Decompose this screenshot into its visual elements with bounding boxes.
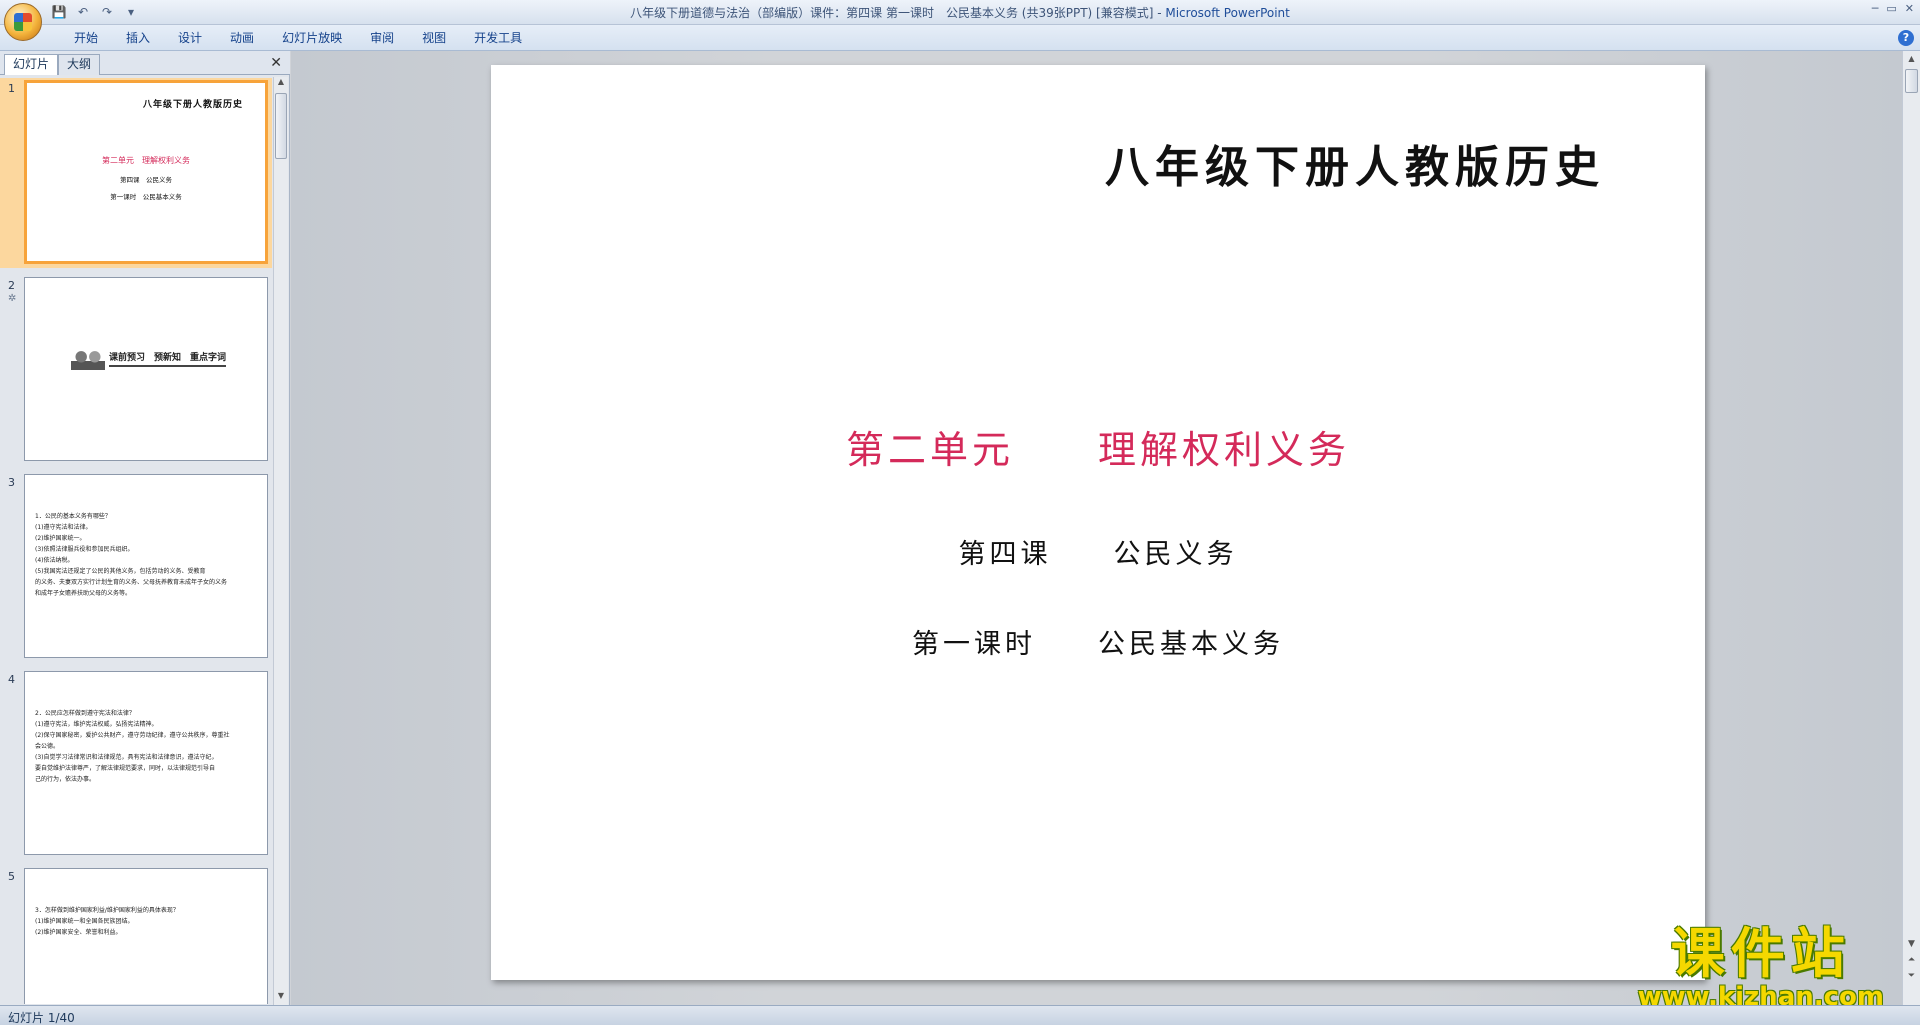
pane-tabs: 幻灯片 大纲 ✕ [0, 51, 290, 75]
watermark-text: 课件站 [1670, 922, 1851, 985]
previous-slide-icon[interactable]: ⏶ [1903, 955, 1920, 965]
watermark-logo: 课件站 www.kjzhan.com [1638, 922, 1884, 1012]
tab-design[interactable]: 设计 [164, 29, 216, 47]
thumbnail-slide-1[interactable]: 八年级下册人教版历史 第二单元 理解权利义务 第四课 公民义务 第一课时 公民基… [24, 80, 268, 264]
thumb-title: 八年级下册人教版历史 [142, 100, 243, 110]
tab-insert[interactable]: 插入 [112, 29, 164, 47]
thumb-line: (5)我国宪法还规定了公民的其他义务，包括劳动的义务、受教育 [35, 568, 206, 575]
thumbnail-row: 4 2．公民应怎样做到遵守宪法和法律？ (1)遵守宪法，维护宪法权威，弘扬宪法精… [0, 669, 272, 859]
thumb-line: (2)保守国家秘密，爱护公共财产，遵守劳动纪律，遵守公共秩序，尊重社 [35, 732, 230, 739]
thumb-line: 会公德。 [35, 743, 60, 750]
scroll-up-icon[interactable]: ▲ [1903, 51, 1920, 67]
thumbnail-row: 5 3．怎样做到维护国家利益/维护国家利益的具体表现？ (1)维护国家统一和全国… [0, 866, 272, 1004]
maximize-icon[interactable]: ▭ [1886, 2, 1896, 15]
thumb-banner: 课前预习 预新知 重点字词 [71, 348, 241, 370]
slide-title[interactable]: 八年级下册人教版历史 [1105, 131, 1605, 195]
tab-developer[interactable]: 开发工具 [460, 29, 536, 47]
scroll-thumb[interactable] [1905, 69, 1918, 93]
scroll-thumb[interactable] [275, 93, 287, 159]
tab-animation[interactable]: 动画 [216, 29, 268, 47]
thumbnail-slide-2[interactable]: 课前预习 预新知 重点字词 [24, 277, 268, 461]
status-bar: 幻灯片 1/40 [0, 1005, 1920, 1025]
thumb-line: 2．公民应怎样做到遵守宪法和法律？ [35, 710, 135, 717]
tab-outline[interactable]: 大纲 [58, 54, 101, 75]
slides-pane: 幻灯片 大纲 ✕ 1 八年级下册人教版历史 第二单元 理解权利义务 第四课 公民… [0, 51, 290, 1005]
office-logo-icon [14, 13, 32, 31]
office-button[interactable] [4, 3, 42, 41]
thumbnail-number: 4 [8, 673, 15, 686]
tab-slideshow[interactable]: 幻灯片放映 [268, 29, 356, 47]
thumb-line: (1)遵守宪法和法律。 [35, 524, 92, 531]
close-icon[interactable]: ✕ [1905, 2, 1914, 15]
slide-period-heading[interactable]: 第一课时 公民基本义务 [491, 622, 1705, 661]
thumb-line: (2)维护国家统一。 [35, 535, 86, 542]
slide-counter: 幻灯片 1/40 [8, 1011, 75, 1025]
thumbnail-list: 1 八年级下册人教版历史 第二单元 理解权利义务 第四课 公民义务 第一课时 公… [0, 78, 272, 1004]
minimize-icon[interactable]: ─ [1872, 2, 1879, 15]
thumbnail-slide-5[interactable]: 3．怎样做到维护国家利益/维护国家利益的具体表现？ (1)维护国家统一和全国各民… [24, 868, 268, 1004]
thumbnail-number: 3 [8, 476, 15, 489]
thumbnail-row: 3 1．公民的基本义务有哪些？ (1)遵守宪法和法律。 (2)维护国家统一。 (… [0, 472, 272, 662]
animation-star-icon: ✲ [8, 293, 17, 304]
slide-lesson-heading[interactable]: 第四课 公民义务 [491, 532, 1705, 571]
thumb-line: 和成年子女赡养扶助父母的义务等。 [35, 590, 132, 597]
thumb-unit: 第二单元 理解权利义务 [102, 156, 190, 165]
current-slide[interactable]: 八年级下册人教版历史 第二单元 理解权利义务 第四课 公民义务 第一课时 公民基… [491, 65, 1705, 980]
thumbnail-number: 1 [8, 82, 15, 95]
window-title: 八年级下册道德与法治（部编版）课件：第四课 第一课时 公民基本义务 (共39张P… [0, 4, 1920, 21]
slide-scrollbar[interactable]: ▲ ▼ ⏶ ⏷ [1902, 51, 1920, 1005]
reading-kids-icon [71, 348, 105, 370]
document-title: 八年级下册道德与法治（部编版）课件：第四课 第一课时 公民基本义务 (共39张P… [630, 6, 1166, 20]
scroll-up-icon[interactable]: ▲ [274, 77, 288, 91]
tab-view[interactable]: 视图 [408, 29, 460, 47]
thumb-text-lines: 1．公民的基本义务有哪些？ (1)遵守宪法和法律。 (2)维护国家统一。 (3)… [35, 511, 260, 599]
tab-slides[interactable]: 幻灯片 [4, 54, 59, 75]
thumbnail-number: 5 [8, 870, 15, 883]
thumb-line: (3)依照法律服兵役和参加民兵组织。 [35, 546, 134, 553]
thumb-text-lines: 2．公民应怎样做到遵守宪法和法律？ (1)遵守宪法，维护宪法权威，弘扬宪法精神。… [35, 708, 260, 785]
thumb-line: (4)依法纳税。 [35, 557, 74, 564]
ribbon-tab-bar: 开始 插入 设计 动画 幻灯片放映 审阅 视图 开发工具 ? [0, 25, 1920, 51]
thumb-banner-text: 课前预习 预新知 重点字词 [109, 351, 227, 367]
thumb-text-lines: 3．怎样做到维护国家利益/维护国家利益的具体表现？ (1)维护国家统一和全国各民… [35, 905, 260, 938]
thumb-line: (3)自觉学习法律常识和法律规范，具有宪法和法律意识，遵法守纪， [35, 754, 218, 761]
thumbnail-slide-3[interactable]: 1．公民的基本义务有哪些？ (1)遵守宪法和法律。 (2)维护国家统一。 (3)… [24, 474, 268, 658]
slide-unit-heading[interactable]: 第二单元 理解权利义务 [491, 419, 1705, 474]
thumb-line: 要自觉维护法律尊严，了解法律规范要求，同时，以法律规范引导自 [35, 765, 216, 772]
next-slide-icon[interactable]: ⏷ [1903, 971, 1920, 981]
thumb-line: 1．公民的基本义务有哪些？ [35, 513, 111, 520]
thumbnail-number: 2 [8, 279, 15, 292]
app-name: Microsoft PowerPoint [1165, 6, 1290, 20]
thumb-line: (2)维护国家安全、荣誉和利益。 [35, 929, 122, 936]
ribbon-tabs: 开始 插入 设计 动画 幻灯片放映 审阅 视图 开发工具 [60, 29, 536, 47]
slide-editor-area: 八年级下册人教版历史 第二单元 理解权利义务 第四课 公民义务 第一课时 公民基… [291, 51, 1902, 1005]
thumb-lesson: 第四课 公民义务 [120, 176, 172, 184]
help-icon[interactable]: ? [1898, 30, 1914, 46]
thumbnail-slide-4[interactable]: 2．公民应怎样做到遵守宪法和法律？ (1)遵守宪法，维护宪法权威，弘扬宪法精神。… [24, 671, 268, 855]
title-bar: 💾 ↶ ↷ ▾ 八年级下册道德与法治（部编版）课件：第四课 第一课时 公民基本义… [0, 0, 1920, 41]
thumb-line: (1)维护国家统一和全国各民族团结。 [35, 918, 134, 925]
thumb-line: (1)遵守宪法，维护宪法权威，弘扬宪法精神。 [35, 721, 158, 728]
pane-close-icon[interactable]: ✕ [270, 55, 282, 71]
tab-home[interactable]: 开始 [60, 29, 112, 47]
thumbnail-scrollbar[interactable]: ▲ ▼ [273, 77, 288, 1005]
window-controls: ─ ▭ ✕ [1872, 2, 1914, 15]
thumbnail-row: 2 ✲ 课前预习 预新知 重点字词 [0, 275, 272, 465]
scroll-down-icon[interactable]: ▼ [274, 991, 288, 1005]
thumbnail-row: 1 八年级下册人教版历史 第二单元 理解权利义务 第四课 公民义务 第一课时 公… [0, 78, 272, 268]
tab-review[interactable]: 审阅 [356, 29, 408, 47]
thumb-line: 3．怎样做到维护国家利益/维护国家利益的具体表现？ [35, 907, 179, 914]
thumb-period: 第一课时 公民基本义务 [110, 193, 182, 201]
thumb-line: 的义务、夫妻双方实行计划生育的义务、父母抚养教育未成年子女的义务 [35, 579, 228, 586]
scroll-down-icon[interactable]: ▼ [1903, 939, 1920, 949]
thumb-line: 己的行为，依法办事。 [35, 776, 96, 783]
